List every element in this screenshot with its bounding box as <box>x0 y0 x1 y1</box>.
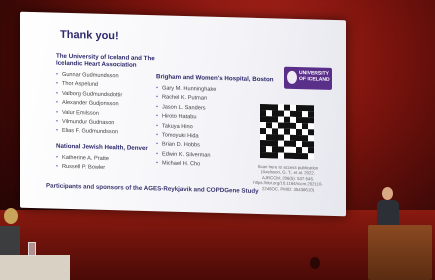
logo-text: UNIVERSITY OF ICELAND <box>299 70 330 83</box>
institution-heading: Brigham and Women's Hospital, Boston <box>156 73 274 84</box>
university-seal-icon <box>287 70 297 84</box>
projection-screen: Thank you! UNIVERSITY OF ICELAND The Uni… <box>20 11 346 217</box>
slide-footer: Participants and sponsors of the AGES-Re… <box>46 182 259 195</box>
speaker-head <box>382 187 393 200</box>
panel-table <box>0 255 70 280</box>
slide-title: Thank you! <box>60 28 119 43</box>
audience-head <box>4 208 18 224</box>
qr-citation: Scan here to access publication (Axelsso… <box>253 163 323 193</box>
audience-silhouette <box>310 257 320 269</box>
water-glass <box>28 242 36 256</box>
name-list: Gary M. Hunninghake Rachel K. Putman Jas… <box>156 84 276 172</box>
acknowledgement-column-right: Brigham and Women's Hospital, Boston Gar… <box>156 73 276 178</box>
podium <box>368 225 432 280</box>
university-logo: UNIVERSITY OF ICELAND <box>284 66 332 90</box>
qr-code-icon <box>260 104 314 160</box>
conference-stage: Thank you! UNIVERSITY OF ICELAND The Uni… <box>0 0 435 280</box>
institution-heading: The University of Iceland and The Icelan… <box>56 52 155 69</box>
